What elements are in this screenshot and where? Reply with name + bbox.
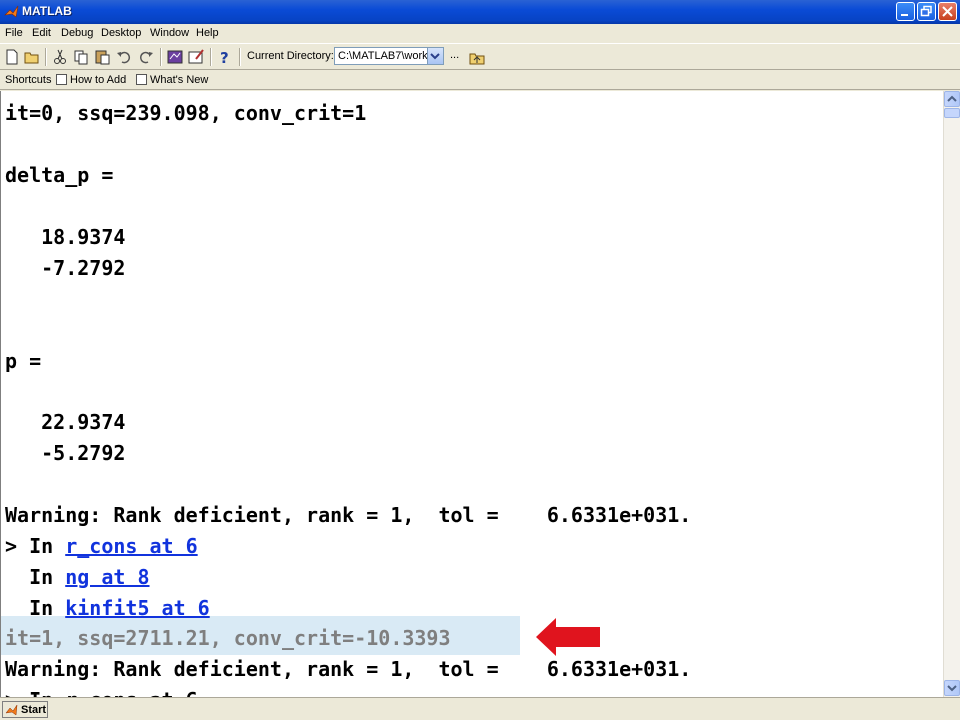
- toolbar-separator: [160, 48, 162, 66]
- output-line: p =: [5, 349, 42, 373]
- chevron-down-icon: [947, 685, 957, 692]
- close-button[interactable]: [938, 2, 957, 21]
- output-line: 22.9374: [5, 410, 126, 434]
- stack-link-r-cons[interactable]: r_cons at 6: [65, 534, 197, 558]
- browse-button[interactable]: ...: [450, 49, 459, 61]
- output-line: it=0, ssq=239.098, conv_crit=1: [5, 101, 367, 125]
- toolbar-separator: [239, 48, 241, 66]
- guide-icon[interactable]: [186, 47, 206, 67]
- red-arrow-icon: [536, 618, 600, 656]
- menu-bar: File Edit Debug Desktop Window Help: [0, 24, 960, 43]
- toolbar: ? Current Directory: C:\MATLAB7\work ...: [0, 43, 960, 70]
- menu-debug[interactable]: Debug: [61, 27, 93, 39]
- shortcuts-bar: Shortcuts How to Add What's New: [0, 70, 960, 90]
- current-directory-label: Current Directory:: [247, 50, 334, 62]
- menu-edit[interactable]: Edit: [32, 27, 51, 39]
- command-window[interactable]: it=0, ssq=239.098, conv_crit=1 delta_p =…: [0, 91, 943, 697]
- output-line: 18.9374: [5, 225, 126, 249]
- shortcut-icon: [56, 74, 67, 85]
- stack-prefix: In: [5, 596, 66, 620]
- menu-desktop[interactable]: Desktop: [101, 27, 141, 39]
- menu-window[interactable]: Window: [150, 27, 189, 39]
- undo-icon[interactable]: [114, 47, 134, 67]
- paste-icon[interactable]: [92, 47, 112, 67]
- matlab-logo-icon: [5, 704, 18, 716]
- shortcut-how-to-add[interactable]: How to Add: [70, 74, 126, 86]
- start-button[interactable]: Start: [2, 701, 48, 718]
- output-line: delta_p =: [5, 163, 114, 187]
- simulink-icon[interactable]: [165, 47, 185, 67]
- current-directory-select[interactable]: C:\MATLAB7\work: [334, 47, 444, 65]
- shortcuts-label: Shortcuts: [5, 74, 52, 86]
- scroll-down-button[interactable]: [944, 680, 960, 696]
- open-folder-icon[interactable]: [22, 47, 42, 67]
- warning-line: Warning: Rank deficient, rank = 1, tol =…: [5, 503, 692, 527]
- chevron-down-icon[interactable]: [427, 48, 443, 64]
- scroll-up-button[interactable]: [944, 91, 960, 107]
- svg-text:?: ?: [220, 49, 229, 67]
- window-title: MATLAB: [22, 4, 72, 18]
- output-line: -7.2792: [5, 256, 126, 280]
- title-bar: MATLAB: [0, 0, 960, 24]
- output-line: -5.2792: [5, 441, 126, 465]
- vertical-scrollbar[interactable]: [943, 91, 960, 697]
- restore-icon: [920, 5, 932, 17]
- copy-icon[interactable]: [71, 47, 91, 67]
- stack-prefix: In: [5, 565, 66, 589]
- stack-link-ng[interactable]: ng at 8: [65, 565, 149, 589]
- redo-icon[interactable]: [136, 47, 156, 67]
- minimize-icon: [901, 14, 908, 16]
- stack-line: In ng at 8: [5, 565, 149, 589]
- status-bar: Start: [0, 697, 960, 720]
- close-icon: [942, 6, 953, 17]
- stack-prefix: > In: [5, 534, 66, 558]
- menu-help[interactable]: Help: [196, 27, 219, 39]
- stack-line: > In r_cons at 6: [5, 534, 198, 558]
- highlighted-output-line: it=1, ssq=2711.21, conv_crit=-10.3393: [5, 626, 451, 650]
- stack-link-kinfit5[interactable]: kinfit5 at 6: [65, 596, 210, 620]
- chevron-up-icon: [947, 95, 957, 102]
- scroll-thumb[interactable]: [944, 108, 960, 118]
- cut-icon[interactable]: [50, 47, 70, 67]
- minimize-button[interactable]: [896, 2, 915, 21]
- menu-file[interactable]: File: [5, 27, 23, 39]
- matlab-logo-icon: [4, 5, 19, 18]
- toolbar-separator: [45, 48, 47, 66]
- shortcut-whats-new[interactable]: What's New: [150, 74, 208, 86]
- warning-line: Warning: Rank deficient, rank = 1, tol =…: [5, 657, 692, 681]
- restore-button[interactable]: [917, 2, 936, 21]
- partial-stack-line: > In r_cons at 6: [5, 688, 198, 697]
- current-directory-value: C:\MATLAB7\work: [338, 50, 428, 62]
- stack-line: In kinfit5 at 6: [5, 596, 210, 620]
- help-icon[interactable]: ?: [215, 47, 235, 67]
- parent-folder-icon[interactable]: [467, 47, 487, 67]
- new-file-icon[interactable]: [2, 47, 22, 67]
- toolbar-separator: [210, 48, 212, 66]
- start-label: Start: [21, 704, 47, 716]
- shortcut-icon: [136, 74, 147, 85]
